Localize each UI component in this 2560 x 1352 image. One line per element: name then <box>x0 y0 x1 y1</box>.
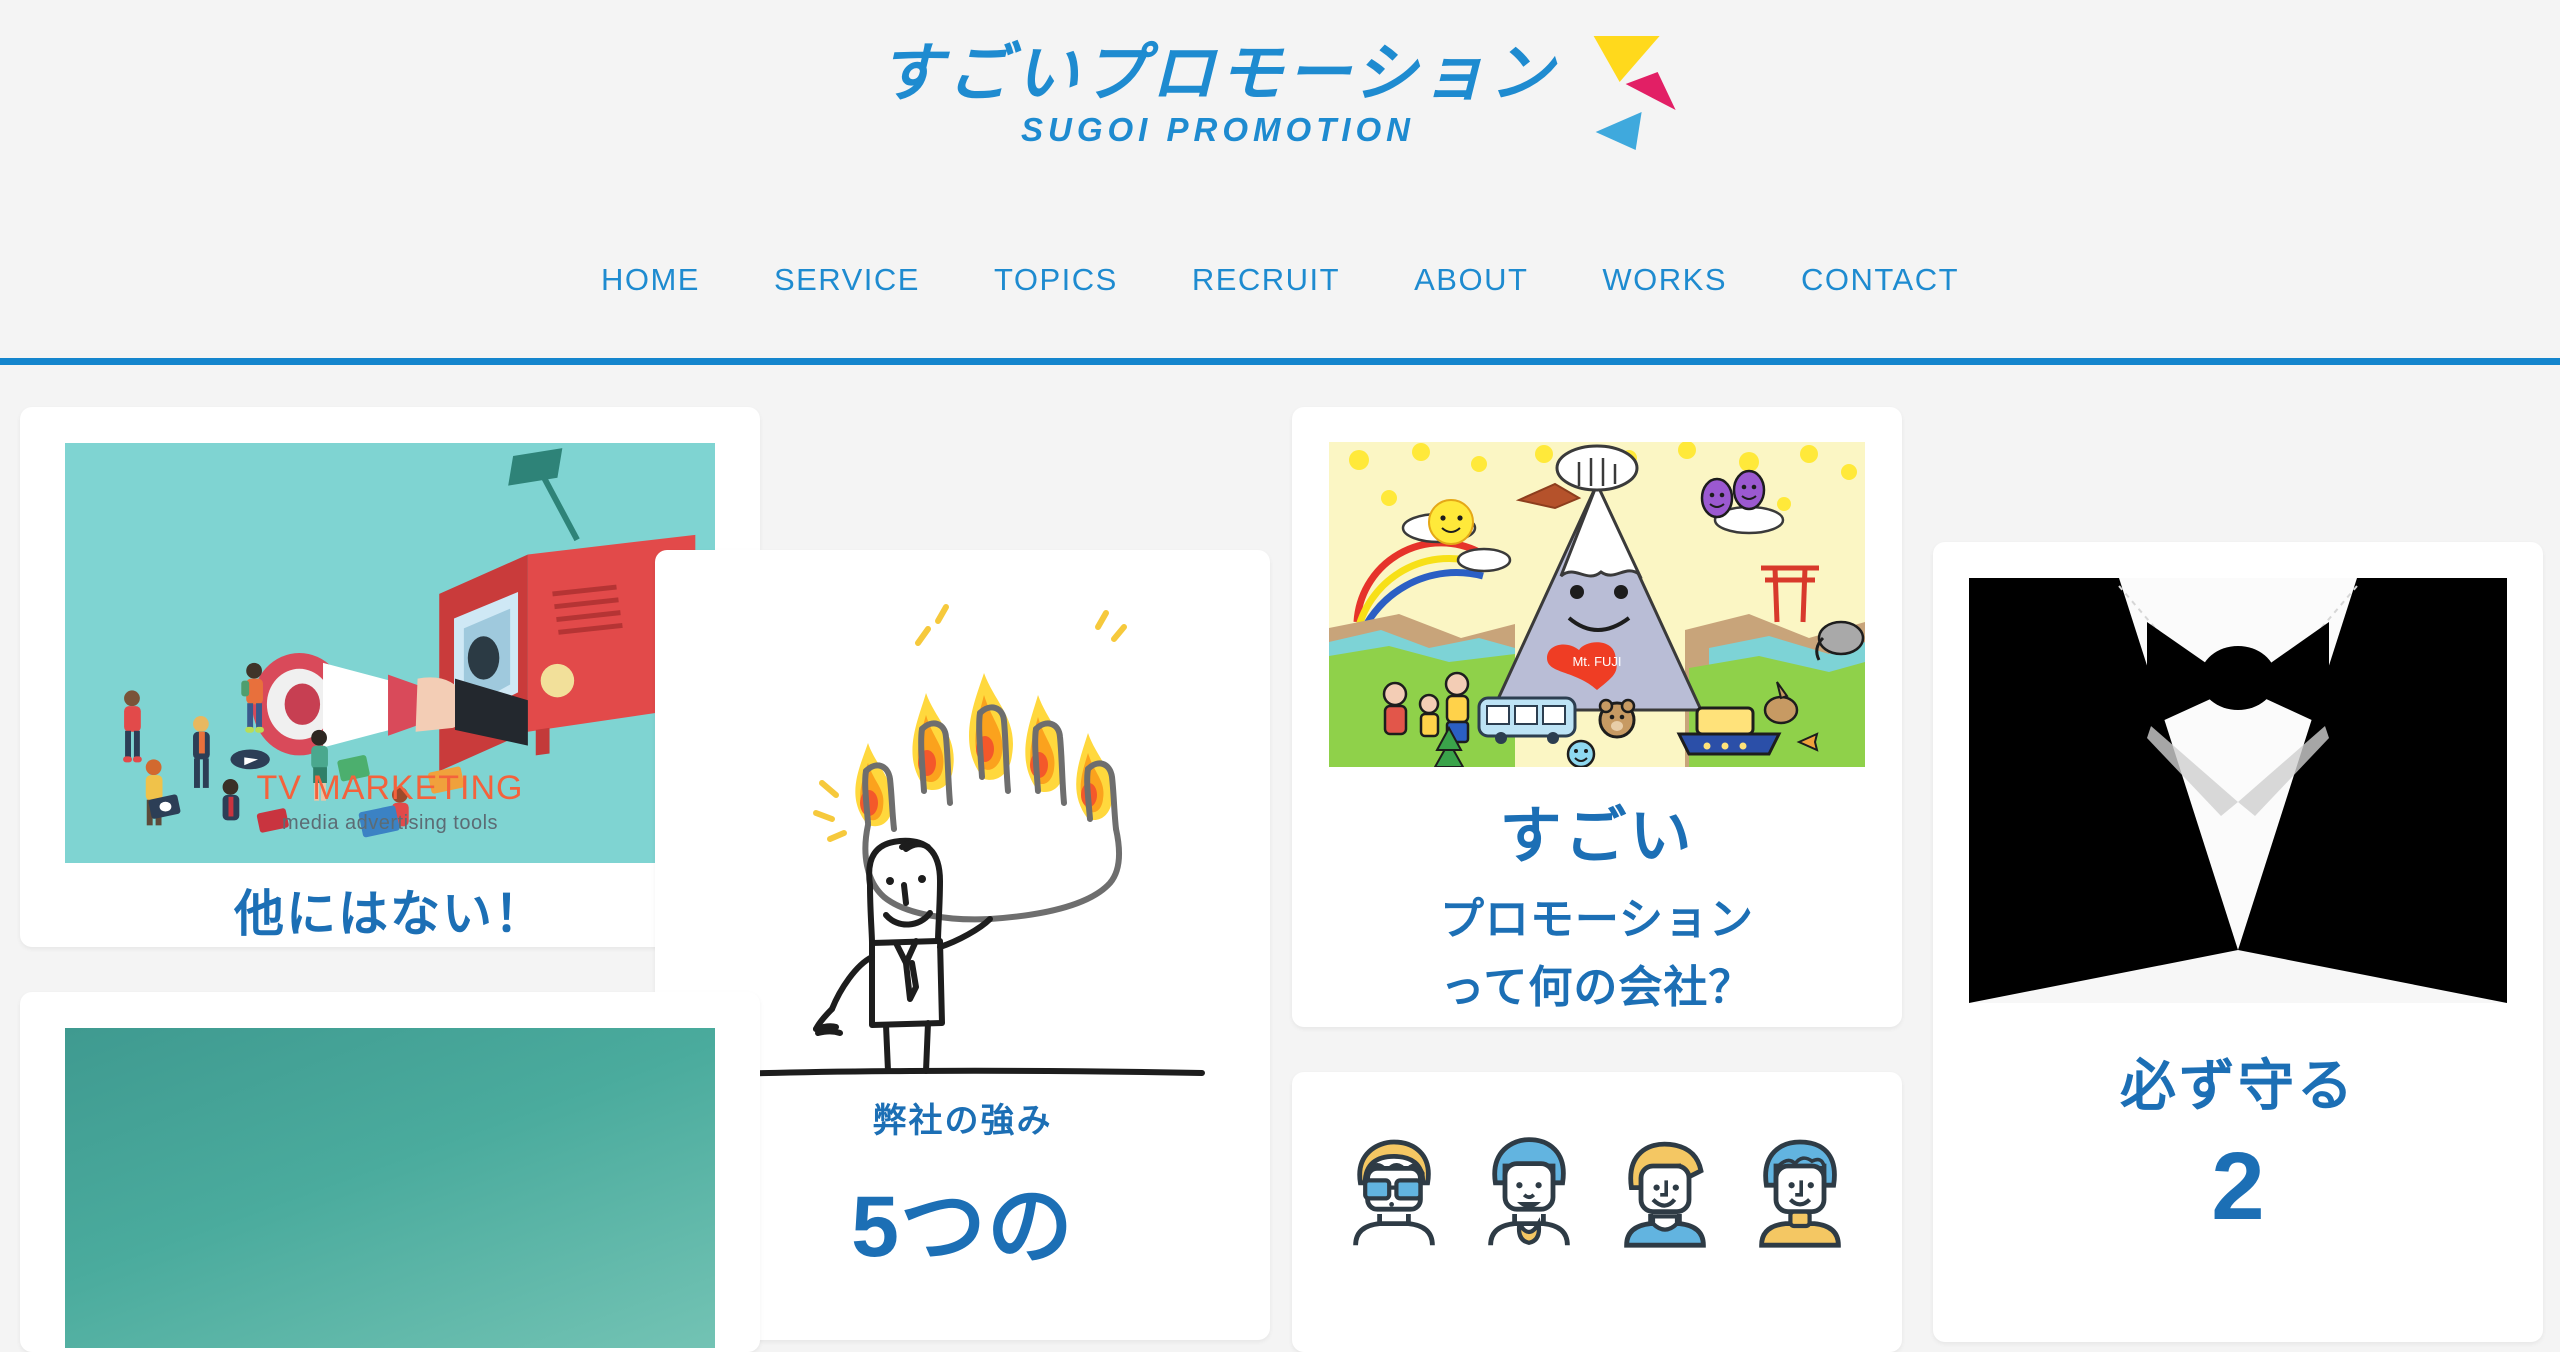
nav-item-about[interactable]: ABOUT <box>1377 262 1565 298</box>
card-about-body: すごい プロモーション って何の会社？ <box>1292 767 1902 1027</box>
tv-marketing-caption-main: TV MARKETING <box>256 769 524 807</box>
logo-japanese-text: すごいプロモーション <box>878 37 1558 109</box>
card-promise-line1: 必ず守る <box>2120 1054 2356 1117</box>
avatar-icon-3 <box>1623 1141 1706 1248</box>
team-avatars-illustration <box>1326 1106 1868 1352</box>
nav-item-home[interactable]: HOME <box>564 262 737 298</box>
tuxedo-illustration <box>1969 578 2507 1003</box>
nav-item-topics[interactable]: TOPICS <box>957 262 1155 298</box>
card-team-avatars[interactable] <box>1292 1072 1902 1352</box>
nav-item-recruit[interactable]: RECRUIT <box>1155 262 1377 298</box>
card-tv-body: 他にはない！ オリジナルメディア <box>20 863 760 947</box>
header-divider <box>0 358 2560 365</box>
card-promise-line2: 2 <box>2211 1133 2265 1240</box>
card-promise-body: 必ず守る 2 <box>1933 1003 2543 1268</box>
avatar-icon-1 <box>1352 1139 1435 1246</box>
avatar-row <box>1326 1106 1868 1250</box>
tv-marketing-caption: TV MARKETING media advertising tools <box>65 769 715 835</box>
mt-fuji-doodle-illustration: Mt. FUJI <box>1329 442 1865 767</box>
burning-hand-illustration <box>690 585 1235 1085</box>
logo-text: すごいプロモーション SUGOI PROMOTION <box>879 30 1558 149</box>
site-header: すごいプロモーション SUGOI PROMOTION HOME SERVICE … <box>0 0 2560 365</box>
card-about-line2: プロモーション <box>1439 895 1755 944</box>
tv-marketing-caption-sub: media advertising tools <box>281 812 499 834</box>
site-logo[interactable]: すごいプロモーション SUGOI PROMOTION <box>879 30 1682 154</box>
main-navigation[interactable]: HOME SERVICE TOPICS RECRUIT ABOUT WORKS … <box>0 262 2560 298</box>
nav-item-contact[interactable]: CONTACT <box>1764 262 1996 298</box>
svg-text:Mt. FUJI: Mt. FUJI <box>1572 654 1621 669</box>
nav-item-works[interactable]: WORKS <box>1565 262 1764 298</box>
card-promise[interactable]: 必ず守る 2 <box>1933 542 2543 1342</box>
card-tv-marketing[interactable]: TV MARKETING media advertising tools 他には… <box>20 407 760 947</box>
tv-marketing-illustration: TV MARKETING media advertising tools <box>65 443 715 863</box>
logo-english-text: SUGOI PROMOTION <box>1020 111 1416 149</box>
card-grid: TV MARKETING media advertising tools 他には… <box>0 372 2560 1352</box>
card-tv-title: 他にはない！ オリジナルメディア <box>234 886 546 942</box>
card-teal-teaser[interactable] <box>20 992 760 1352</box>
logo-triangles-icon <box>1585 34 1681 154</box>
card-about-line3: って何の会社？ <box>1440 963 1754 1012</box>
card-about-company[interactable]: Mt. FUJI すごい プロモーション って何の会社？ <box>1292 407 1902 1027</box>
nav-item-service[interactable]: SERVICE <box>737 262 957 298</box>
card-about-line1: すごい <box>1499 802 1695 871</box>
avatar-icon-2 <box>1488 1137 1571 1246</box>
avatar-icon-4 <box>1759 1139 1842 1248</box>
teal-gradient-illustration <box>65 1028 715 1348</box>
